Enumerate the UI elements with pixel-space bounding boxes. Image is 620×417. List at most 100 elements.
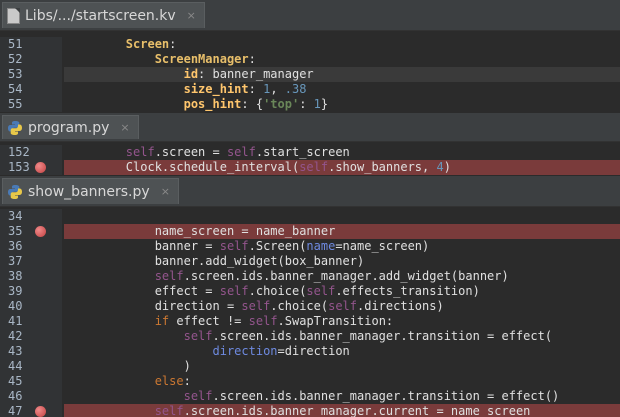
gutter[interactable]: 43 — [0, 344, 62, 359]
code-line[interactable]: 46 self.screen.ids.banner_manager.transi… — [0, 389, 620, 404]
code-text: else: — [68, 374, 620, 389]
code-token: .show_banners, — [328, 160, 437, 174]
code-token: : { — [241, 97, 264, 111]
gutter[interactable]: 38 — [0, 269, 62, 284]
code-line[interactable]: 153 Clock.schedule_interval(self.show_ba… — [0, 160, 620, 175]
gutter[interactable]: 55 — [0, 97, 62, 112]
code-line[interactable]: 38 self.screen.ids.banner_manager.add_wi… — [0, 269, 620, 284]
code-line[interactable]: 44 ) — [0, 359, 620, 374]
code-line[interactable]: 52 ScreenManager: — [0, 52, 620, 67]
python-file-icon — [8, 120, 22, 135]
breakpoint-icon[interactable] — [35, 226, 46, 237]
code-token: .Screen( — [248, 239, 307, 253]
code-token: : — [299, 97, 314, 111]
code-line[interactable]: 53 id: banner_manager — [0, 67, 620, 82]
gutter[interactable]: 54 — [0, 82, 62, 97]
code-line[interactable]: 51 Screen: — [0, 37, 620, 52]
code-token: .start_screen — [255, 145, 350, 159]
code-text: self.screen.ids.banner_manager.transitio… — [68, 329, 620, 344]
gutter[interactable]: 47 — [0, 404, 62, 417]
code-token: self — [248, 314, 278, 328]
code-text: Screen: — [68, 37, 620, 52]
code-token: self — [306, 284, 336, 298]
gutter[interactable]: 46 — [0, 389, 62, 404]
code-token: : — [183, 374, 191, 388]
gutter[interactable]: 51 — [0, 37, 62, 52]
code-token: banner.add_widget(box_banner) — [68, 254, 365, 268]
code-line[interactable]: 45 else: — [0, 374, 620, 389]
gutter[interactable]: 37 — [0, 254, 62, 269]
close-tab-icon[interactable]: × — [120, 121, 129, 134]
line-number: 44 — [8, 359, 23, 373]
code-lines[interactable]: 34 35 name_screen = name_banner 36 banner … — [0, 209, 620, 417]
tab-title: program.py — [28, 119, 110, 136]
tab-bar: program.py × — [0, 113, 620, 142]
breakpoint-icon[interactable] — [35, 162, 46, 173]
code-line[interactable]: 54 size_hint: 1, .38 — [0, 82, 620, 97]
editor-pane-show-banners-py: show_banners.py × 34 35 name_screen = nam… — [0, 176, 620, 417]
tab-startscreen-kv[interactable]: Libs/.../startscreen.kv × — [2, 2, 205, 28]
code-line[interactable]: 34 — [0, 209, 620, 224]
code-text: self.screen.ids.banner_manager.transitio… — [68, 389, 620, 404]
code-line[interactable]: 41 if effect != self.SwapTransition: — [0, 314, 620, 329]
gutter[interactable]: 36 — [0, 239, 62, 254]
code-token: .screen.ids.banner_manager.transition = … — [212, 389, 560, 403]
code-token: } — [320, 97, 329, 111]
gutter[interactable]: 52 — [0, 52, 62, 67]
code-token: self — [154, 269, 184, 283]
code-token: direction = — [68, 299, 242, 313]
gutter[interactable]: 44 — [0, 359, 62, 374]
code-text: ) — [68, 359, 620, 374]
code-token: effect != — [169, 314, 249, 328]
gutter[interactable]: 152 — [0, 145, 62, 160]
code-line[interactable]: 55 pos_hint: {'top': 1} — [0, 97, 620, 112]
python-file-icon — [8, 184, 22, 199]
code-token: 'top' — [263, 97, 300, 111]
code-lines[interactable]: 152 self.screen = self.start_screen 153 C… — [0, 145, 620, 175]
code-line[interactable]: 39 effect = self.choice(self.effects_tra… — [0, 284, 620, 299]
gutter[interactable]: 41 — [0, 314, 62, 329]
code-text: banner = self.Screen(name=name_screen) — [68, 239, 620, 254]
code-token: id — [183, 67, 199, 81]
tab-title: show_banners.py — [28, 183, 150, 200]
code-text: effect = self.choice(self.effects_transi… — [68, 284, 620, 299]
code-token: self — [328, 299, 357, 313]
gutter[interactable]: 39 — [0, 284, 62, 299]
gutter[interactable]: 35 — [0, 224, 62, 239]
tab-show-banners-py[interactable]: show_banners.py × — [2, 178, 179, 204]
code-line[interactable]: 35 name_screen = name_banner — [0, 224, 620, 239]
gutter[interactable]: 34 — [0, 209, 62, 224]
gutter[interactable]: 45 — [0, 374, 62, 389]
gutter[interactable]: 153 — [0, 160, 62, 175]
close-tab-icon[interactable]: × — [187, 9, 196, 22]
code-line[interactable]: 42 self.screen.ids.banner_manager.transi… — [0, 329, 620, 344]
code-token: .directions) — [357, 299, 444, 313]
code-lines[interactable]: 51 Screen: 52 ScreenManager: 53 id: banner… — [0, 37, 620, 112]
tab-program-py[interactable]: program.py × — [2, 115, 139, 139]
code-line[interactable]: 47 self.screen.ids.banner_manager.curren… — [0, 404, 620, 417]
close-tab-icon[interactable]: × — [161, 185, 170, 198]
code-line[interactable]: 40 direction = self.choice(self.directio… — [0, 299, 620, 314]
code-line[interactable]: 152 self.screen = self.start_screen — [0, 145, 620, 160]
code-token: .screen = — [154, 145, 227, 159]
code-line[interactable]: 37 banner.add_widget(box_banner) — [0, 254, 620, 269]
line-number: 53 — [8, 67, 23, 81]
breakpoint-icon[interactable] — [35, 406, 46, 417]
gutter[interactable]: 42 — [0, 329, 62, 344]
gutter[interactable]: 53 — [0, 67, 62, 82]
code-line[interactable]: 36 banner = self.Screen(name=name_screen… — [0, 239, 620, 254]
code-token: .screen.ids.banner_manager.add_widget(ba… — [183, 269, 509, 283]
code-token: : — [248, 52, 256, 66]
line-number: 42 — [8, 329, 23, 343]
code-text: banner.add_widget(box_banner) — [68, 254, 620, 269]
code-token: self — [226, 145, 256, 159]
code-line[interactable]: 43 direction=direction — [0, 344, 620, 359]
gutter[interactable]: 40 — [0, 299, 62, 314]
tab-title: Libs/.../startscreen.kv — [25, 7, 176, 24]
